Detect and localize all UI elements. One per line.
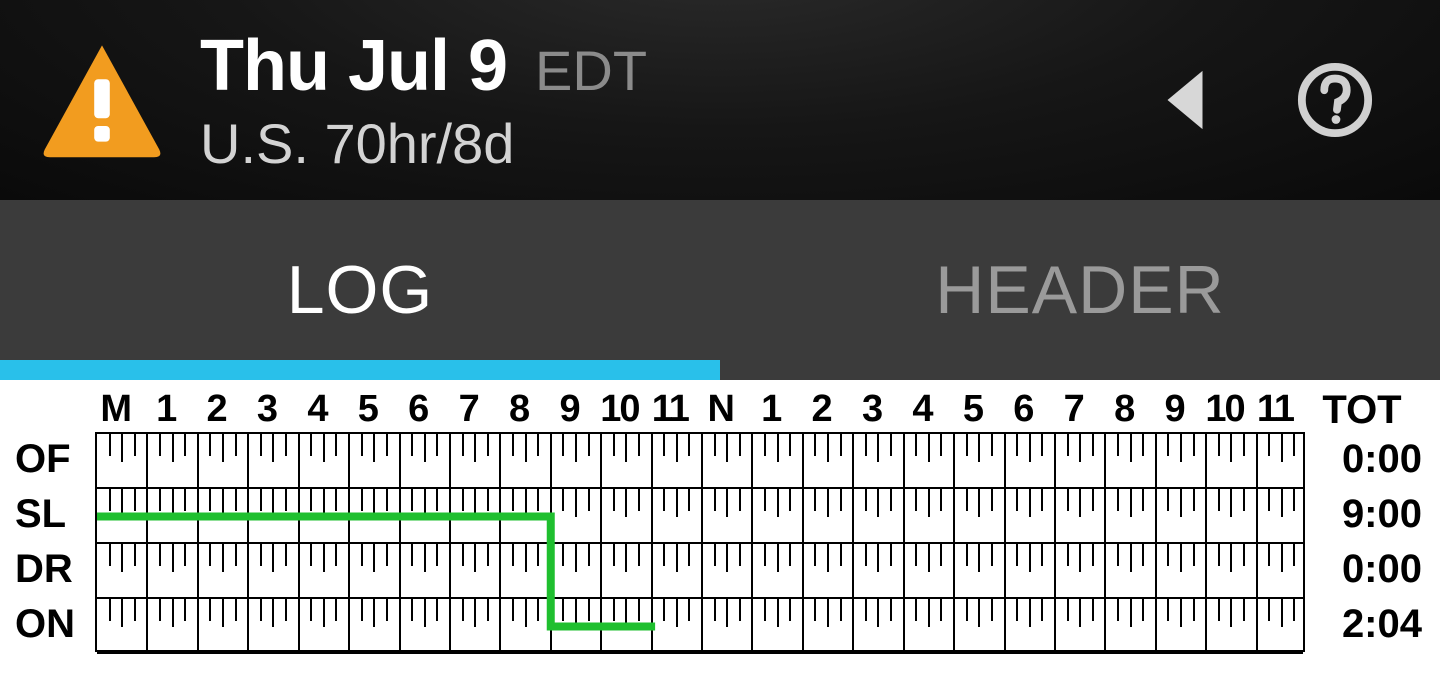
- tab-log-label: LOG: [287, 251, 434, 329]
- help-icon: [1296, 61, 1374, 139]
- hour-tick-label: 2: [796, 388, 846, 428]
- hour-scale: M1234567891011N1234567891011: [90, 388, 1300, 428]
- hour-tick-label: 11: [1250, 388, 1300, 428]
- grid-row: [97, 544, 1303, 599]
- title-block: Thu Jul 9 EDT U.S. 70hr/8d: [200, 25, 647, 176]
- status-total-sl: 9:00: [1302, 487, 1422, 542]
- hour-tick-label: 1: [140, 388, 190, 428]
- hour-tick-label: 3: [846, 388, 896, 428]
- status-total-of: 0:00: [1302, 432, 1422, 487]
- hour-tick-label: 10: [594, 388, 644, 428]
- ruleset-label: U.S. 70hr/8d: [200, 111, 647, 176]
- back-button[interactable]: [1140, 55, 1230, 145]
- tab-header[interactable]: HEADER: [720, 200, 1440, 380]
- help-button[interactable]: [1290, 55, 1380, 145]
- tab-bar: LOG HEADER: [0, 200, 1440, 380]
- tab-header-label: HEADER: [935, 251, 1224, 329]
- grid-row: [97, 599, 1303, 654]
- status-label-of: OF: [15, 432, 85, 487]
- hour-tick-label: 10: [1199, 388, 1249, 428]
- hour-tick-label: 2: [191, 388, 241, 428]
- warning-icon: [32, 30, 172, 170]
- hour-tick-label: 8: [1098, 388, 1148, 428]
- hour-tick-label: 4: [292, 388, 342, 428]
- hour-tick-label: 6: [998, 388, 1048, 428]
- hour-tick-label: 11: [645, 388, 695, 428]
- date-label: Thu Jul 9: [200, 25, 507, 107]
- status-row-totals: 0:009:000:002:04: [1302, 432, 1422, 652]
- status-total-dr: 0:00: [1302, 542, 1422, 597]
- status-label-on: ON: [15, 597, 85, 652]
- hour-tick-label: 7: [1048, 388, 1098, 428]
- hour-tick-label: N: [695, 388, 745, 428]
- timezone-label: EDT: [535, 38, 647, 103]
- hour-tick-label: 8: [493, 388, 543, 428]
- total-column-label: TOT: [1302, 388, 1422, 433]
- hour-tick-label: 5: [947, 388, 997, 428]
- grid-row: [97, 489, 1303, 544]
- status-label-sl: SL: [15, 487, 85, 542]
- status-label-dr: DR: [15, 542, 85, 597]
- hour-tick-label: 3: [241, 388, 291, 428]
- hos-chart: M1234567891011N1234567891011 TOT OFSLDRO…: [0, 380, 1440, 675]
- status-row-labels: OFSLDRON: [15, 432, 85, 652]
- hour-tick-label: 5: [342, 388, 392, 428]
- status-total-on: 2:04: [1302, 597, 1422, 652]
- hos-grid[interactable]: [95, 432, 1305, 652]
- hour-tick-label: 9: [1149, 388, 1199, 428]
- hour-tick-label: 4: [897, 388, 947, 428]
- hour-tick-label: 6: [393, 388, 443, 428]
- tab-log[interactable]: LOG: [0, 200, 720, 380]
- back-arrow-icon: [1150, 65, 1220, 135]
- hour-tick-label: M: [90, 388, 140, 428]
- hour-tick-label: 9: [544, 388, 594, 428]
- app-header: Thu Jul 9 EDT U.S. 70hr/8d: [0, 0, 1440, 200]
- hour-tick-label: 1: [745, 388, 795, 428]
- hour-tick-label: 7: [443, 388, 493, 428]
- grid-row: [97, 434, 1303, 489]
